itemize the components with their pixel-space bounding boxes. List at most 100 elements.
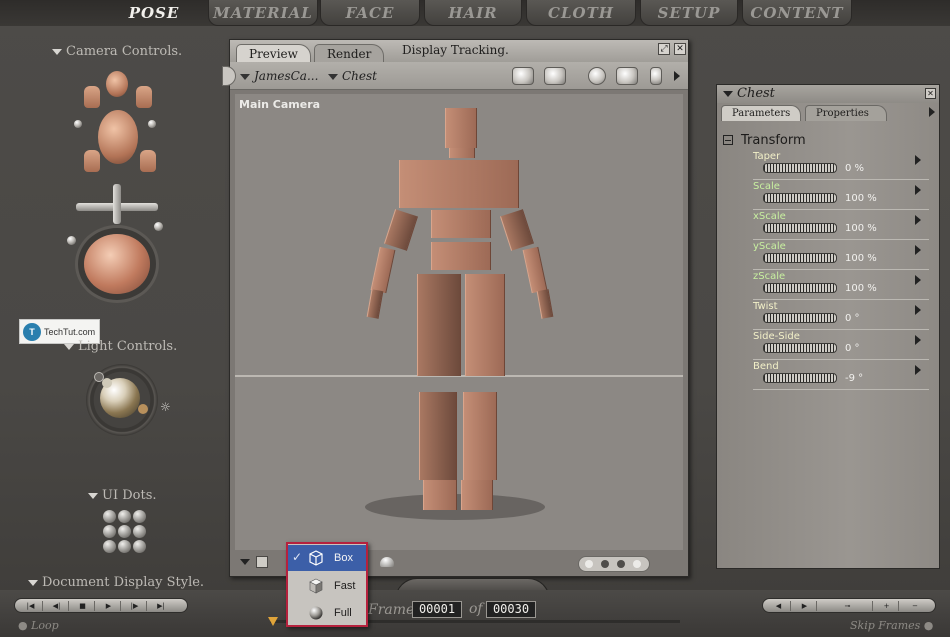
dolly-hand-right-icon[interactable] bbox=[140, 150, 156, 172]
param-menu-arrow-icon[interactable] bbox=[915, 215, 921, 225]
rotate-view-icon[interactable] bbox=[588, 67, 606, 85]
camera-frame-icon[interactable] bbox=[544, 67, 566, 85]
current-frame-field[interactable]: 00001 bbox=[412, 601, 462, 618]
total-frames-field[interactable]: 00030 bbox=[486, 601, 536, 618]
menu-item-box[interactable]: ✓ Box bbox=[288, 545, 366, 571]
menu-item-full[interactable]: Full bbox=[288, 600, 366, 626]
tab-render[interactable]: Render bbox=[314, 44, 385, 62]
loop-toggle[interactable]: ● Loop bbox=[18, 619, 59, 632]
delete-key-icon[interactable]: − bbox=[903, 601, 927, 611]
go-to-start-icon[interactable]: |◀ bbox=[19, 601, 43, 611]
param-value[interactable]: 100 % bbox=[845, 193, 877, 204]
3d-viewport[interactable]: Main Camera bbox=[235, 94, 683, 550]
tab-material[interactable]: MATERIAL bbox=[208, 0, 318, 26]
parameter-panel-header[interactable]: Chest ✕ bbox=[717, 85, 939, 103]
right-foot-box[interactable] bbox=[461, 480, 493, 510]
light-dot-icon[interactable] bbox=[102, 378, 112, 388]
param-dial[interactable] bbox=[763, 193, 837, 203]
left-foot-box[interactable] bbox=[423, 480, 457, 510]
dolly-hand-left-icon[interactable] bbox=[84, 150, 100, 172]
ui-dot[interactable] bbox=[133, 525, 146, 538]
head-box[interactable] bbox=[445, 108, 477, 148]
left-forearm-box[interactable] bbox=[370, 246, 396, 294]
ui-dot[interactable] bbox=[103, 510, 116, 523]
camera-dot-icon[interactable] bbox=[154, 222, 163, 231]
ui-dot[interactable] bbox=[118, 540, 131, 553]
param-dial[interactable] bbox=[763, 223, 837, 233]
display-style-dropdown-icon[interactable] bbox=[240, 559, 250, 565]
camera-dot-icon[interactable] bbox=[148, 120, 156, 128]
ui-dots-header[interactable]: UI Dots. bbox=[88, 488, 157, 503]
param-dial[interactable] bbox=[763, 373, 837, 383]
move-xyz-cross-icon[interactable] bbox=[76, 184, 158, 224]
left-upper-arm-box[interactable] bbox=[384, 209, 418, 251]
light-controls-header[interactable]: Light Controls. bbox=[64, 339, 177, 354]
right-upper-arm-box[interactable] bbox=[500, 209, 534, 251]
ui-dot[interactable] bbox=[133, 510, 146, 523]
ui-dot[interactable] bbox=[118, 510, 131, 523]
ui-dot[interactable] bbox=[103, 540, 116, 553]
ui-dot[interactable] bbox=[133, 540, 146, 553]
pager-dot[interactable] bbox=[585, 560, 593, 568]
param-menu-arrow-icon[interactable] bbox=[915, 365, 921, 375]
right-hand-box[interactable] bbox=[536, 289, 554, 319]
camera-trackball[interactable] bbox=[84, 234, 150, 294]
tab-content[interactable]: CONTENT bbox=[742, 0, 852, 26]
param-menu-arrow-icon[interactable] bbox=[915, 185, 921, 195]
display-tracking-menu[interactable]: Display Tracking. bbox=[402, 43, 509, 57]
display-style-box-icon[interactable] bbox=[256, 556, 268, 568]
stop-icon[interactable]: ■ bbox=[71, 601, 95, 611]
toolbar-scroll-handle[interactable] bbox=[222, 66, 236, 86]
hand-pan-icon[interactable] bbox=[650, 67, 662, 85]
camera-view-icon[interactable] bbox=[512, 67, 534, 85]
neck-box[interactable] bbox=[449, 148, 475, 158]
param-menu-arrow-icon[interactable] bbox=[915, 155, 921, 165]
previous-key-icon[interactable]: ◀ bbox=[767, 601, 791, 611]
param-menu-arrow-icon[interactable] bbox=[915, 305, 921, 315]
abdomen-box[interactable] bbox=[431, 210, 491, 238]
play-icon[interactable]: ▶ bbox=[97, 601, 121, 611]
right-hand-camera-icon[interactable] bbox=[136, 86, 152, 108]
tab-hair[interactable]: HAIR bbox=[424, 0, 522, 26]
move-view-icon[interactable] bbox=[616, 67, 638, 85]
figure-select-menu[interactable]: JamesCa... bbox=[240, 69, 318, 83]
expand-icon[interactable]: ⤢ bbox=[658, 43, 670, 55]
document-layout-pager[interactable] bbox=[578, 556, 650, 572]
main-camera-head-icon[interactable] bbox=[98, 110, 138, 164]
next-key-icon[interactable]: ▶ bbox=[793, 601, 817, 611]
actor-select-menu[interactable]: Chest bbox=[328, 69, 377, 83]
face-camera-icon[interactable] bbox=[106, 71, 128, 97]
close-icon[interactable]: ✕ bbox=[674, 43, 686, 55]
pager-dot[interactable] bbox=[633, 560, 641, 568]
param-value[interactable]: -9 ° bbox=[845, 373, 863, 384]
light-dot-icon[interactable] bbox=[138, 404, 148, 414]
transform-group[interactable]: Transform bbox=[723, 133, 806, 148]
add-key-icon[interactable]: + bbox=[875, 601, 899, 611]
param-value[interactable]: 0 ° bbox=[845, 313, 860, 324]
menu-item-fast[interactable]: Fast bbox=[288, 573, 366, 599]
hip-box[interactable] bbox=[431, 242, 491, 270]
go-to-end-icon[interactable]: ▶| bbox=[149, 601, 173, 611]
step-forward-icon[interactable]: |▶ bbox=[123, 601, 147, 611]
left-hand-camera-icon[interactable] bbox=[84, 86, 100, 108]
param-value[interactable]: 100 % bbox=[845, 223, 877, 234]
timeline-scrubber-icon[interactable] bbox=[268, 617, 278, 626]
left-shin-box[interactable] bbox=[419, 392, 457, 480]
tab-properties[interactable]: Properties bbox=[805, 105, 887, 121]
param-value[interactable]: 100 % bbox=[845, 253, 877, 264]
lighting-dome-icon[interactable] bbox=[380, 557, 394, 567]
param-dial[interactable] bbox=[763, 283, 837, 293]
camera-dot-icon[interactable] bbox=[67, 236, 76, 245]
right-thigh-box[interactable] bbox=[465, 274, 505, 376]
param-dial[interactable] bbox=[763, 253, 837, 263]
document-display-style-header[interactable]: Document Display Style. bbox=[28, 575, 204, 590]
camera-dot-icon[interactable] bbox=[74, 120, 82, 128]
right-forearm-box[interactable] bbox=[522, 246, 548, 294]
chest-box[interactable] bbox=[399, 160, 519, 208]
param-value[interactable]: 100 % bbox=[845, 283, 877, 294]
tab-setup[interactable]: SETUP bbox=[640, 0, 738, 26]
tab-cloth[interactable]: CLOTH bbox=[526, 0, 636, 26]
toolbar-more-arrow-icon[interactable] bbox=[674, 71, 680, 81]
close-icon[interactable]: ✕ bbox=[925, 88, 936, 99]
tab-face[interactable]: FACE bbox=[320, 0, 420, 26]
